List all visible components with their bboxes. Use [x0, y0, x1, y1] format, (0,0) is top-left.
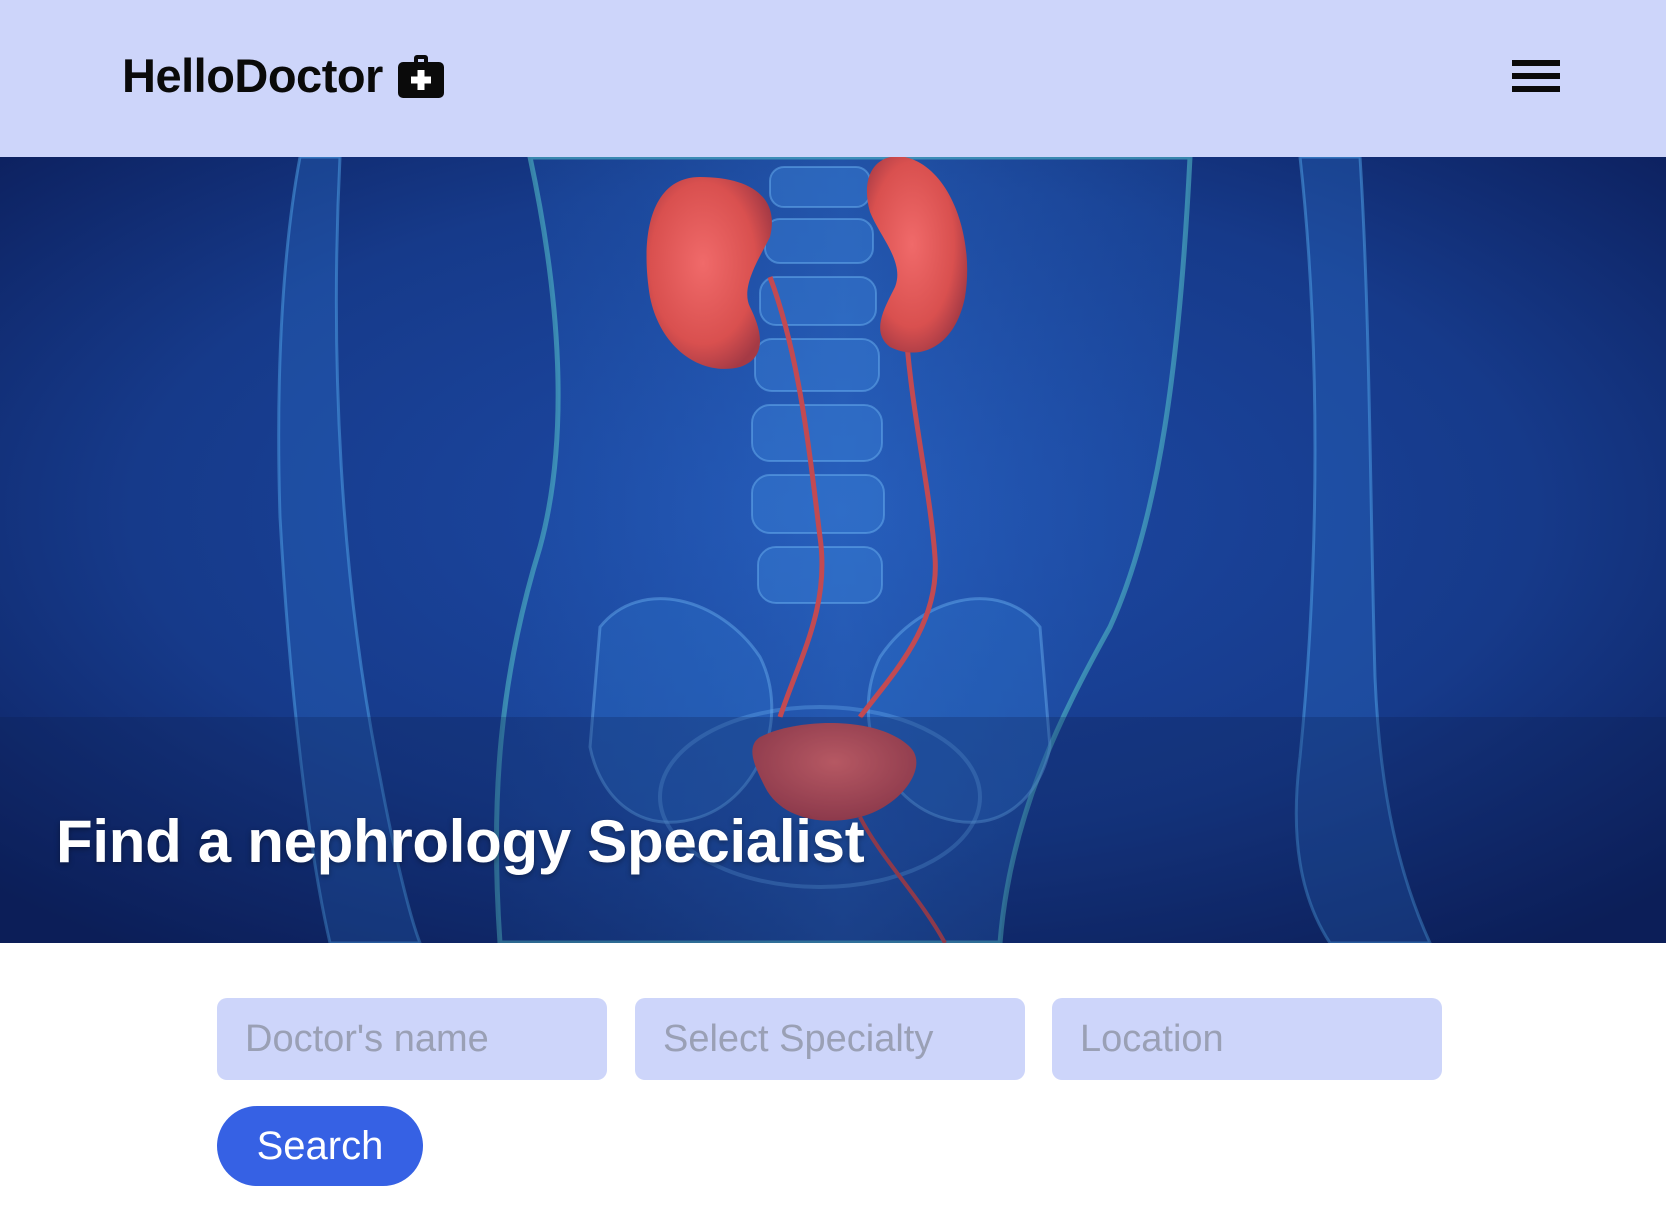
brand-logo-link[interactable]: HelloDoctor: [122, 48, 445, 103]
hero-title: Find a nephrology Specialist: [56, 808, 865, 875]
brand-name: HelloDoctor: [122, 49, 383, 102]
doctor-name-input[interactable]: [217, 998, 607, 1080]
hero-banner: Find a nephrology Specialist: [0, 157, 1666, 943]
specialty-select[interactable]: [635, 998, 1025, 1080]
doctor-search-form: Search: [0, 943, 1666, 1232]
navbar: HelloDoctor: [0, 0, 1666, 157]
hamburger-menu-icon[interactable]: [1508, 54, 1564, 98]
medical-kit-icon: [397, 52, 445, 100]
search-button[interactable]: Search: [217, 1106, 423, 1186]
location-input[interactable]: [1052, 998, 1442, 1080]
